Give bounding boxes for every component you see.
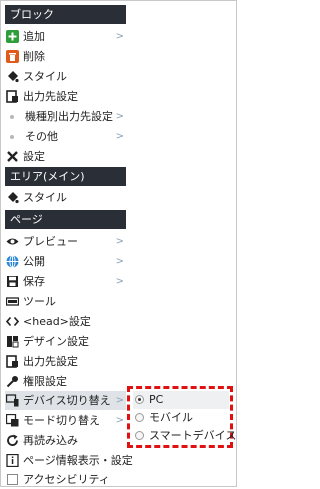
submenu-arrow-icon: >: [115, 276, 124, 287]
menu-item-label: 再読み込み: [23, 434, 78, 447]
menu-item-delete[interactable]: 削除: [5, 47, 126, 66]
menu-item-label: スタイル: [23, 191, 67, 204]
paint-bucket-icon: [6, 70, 19, 83]
device-option-mobile[interactable]: モバイル: [133, 409, 229, 427]
menu-item-label: ツール: [23, 295, 56, 308]
menu-item-label: モード切り替え: [23, 414, 100, 427]
menu-item-reload[interactable]: 再読み込み: [5, 431, 126, 450]
menu-item-save[interactable]: 保存 >: [5, 272, 126, 291]
menu-item-preview[interactable]: プレビュー >: [5, 232, 126, 251]
plus-icon: [6, 30, 19, 43]
checkbox-icon: [6, 473, 19, 486]
menu-item-label: スタイル: [23, 70, 67, 83]
radio-icon: [135, 413, 144, 422]
key-icon: [6, 375, 19, 388]
menu-item-output[interactable]: 出力先設定: [5, 87, 126, 106]
device-switch-submenu: PC モバイル スマートデバイス: [127, 386, 236, 448]
menu-item-label: 追加: [23, 30, 45, 43]
menu-item-label: プレビュー: [23, 235, 78, 248]
menu-item-page-output[interactable]: 出力先設定: [5, 352, 126, 371]
menu-item-design-settings[interactable]: デザイン設定: [5, 332, 126, 351]
menu-item-label: 削除: [23, 50, 45, 63]
menu-item-head-settings[interactable]: <head>設定: [5, 312, 126, 331]
menu-item-label: 保存: [23, 275, 45, 288]
output-icon: [6, 90, 19, 103]
section-header-page: ページ: [5, 210, 126, 229]
menu-item-label: その他: [25, 130, 58, 143]
device-option-label: スマートデバイス: [149, 429, 237, 442]
menu-item-label: ページ情報表示・設定: [23, 454, 133, 467]
bullet-icon: [10, 135, 14, 139]
menu-item-page-info[interactable]: ページ情報表示・設定: [5, 451, 133, 470]
menu-item-device-switch[interactable]: デバイス切り替え >: [5, 391, 126, 410]
mode-switch-icon: [6, 414, 19, 427]
menu-item-label: 出力先設定: [23, 90, 78, 103]
device-option-label: モバイル: [149, 411, 193, 424]
radio-icon: [135, 431, 144, 440]
menu-item-settings[interactable]: 設定: [5, 147, 126, 166]
floppy-disk-icon: [6, 275, 19, 288]
menu-item-add[interactable]: 追加 >: [5, 27, 126, 46]
section-header-area-main: エリア(メイン): [5, 167, 126, 186]
menu-item-device-output[interactable]: 機種別出力先設定 >: [5, 107, 126, 126]
menu-item-label: 公開: [23, 255, 45, 268]
submenu-arrow-icon: >: [115, 111, 124, 122]
eye-icon: [6, 235, 19, 248]
menu-item-label: 出力先設定: [23, 355, 78, 368]
menu-item-label: 機種別出力先設定: [25, 110, 113, 123]
info-icon: [6, 454, 19, 467]
device-option-label: PC: [149, 393, 164, 406]
globe-icon: [6, 255, 19, 268]
submenu-arrow-icon: >: [115, 236, 124, 247]
toolbar-icon: [6, 295, 19, 308]
device-switch-icon: [6, 394, 19, 407]
menu-item-label: アクセシビリティ: [23, 473, 110, 486]
section-header-block: ブロック: [5, 5, 126, 24]
output-icon: [6, 355, 19, 368]
design-layout-icon: [6, 335, 19, 348]
menu-item-style[interactable]: スタイル: [5, 67, 126, 86]
submenu-arrow-icon: >: [115, 395, 124, 406]
menu-item-accessibility[interactable]: アクセシビリティ: [5, 470, 126, 489]
submenu-arrow-icon: >: [115, 256, 124, 267]
radio-selected-icon: [135, 395, 144, 404]
menu-item-label: 設定: [23, 150, 45, 163]
device-option-smart-device[interactable]: スマートデバイス: [133, 427, 236, 445]
menu-item-permissions[interactable]: 権限設定: [5, 372, 126, 391]
menu-item-label: デバイス切り替え: [23, 394, 111, 407]
menu-item-publish[interactable]: 公開 >: [5, 252, 126, 271]
menu-item-area-style[interactable]: スタイル: [5, 188, 126, 207]
trash-icon: [6, 50, 19, 63]
menu-item-label: デザイン設定: [23, 335, 89, 348]
device-option-pc[interactable]: PC: [133, 391, 229, 409]
paint-bucket-icon: [6, 191, 19, 204]
menu-item-label: <head>設定: [23, 315, 91, 328]
code-brackets-icon: [6, 315, 19, 328]
menu-item-mode-switch[interactable]: モード切り替え >: [5, 411, 126, 430]
submenu-arrow-icon: >: [115, 131, 124, 142]
menu-item-other[interactable]: その他 >: [5, 127, 126, 146]
menu-item-tools[interactable]: ツール: [5, 292, 126, 311]
submenu-arrow-icon: >: [115, 31, 124, 42]
submenu-arrow-icon: >: [115, 415, 124, 426]
bullet-icon: [10, 115, 14, 119]
menu-item-label: 権限設定: [23, 375, 67, 388]
refresh-icon: [6, 434, 19, 447]
wrench-cross-icon: [6, 150, 19, 163]
